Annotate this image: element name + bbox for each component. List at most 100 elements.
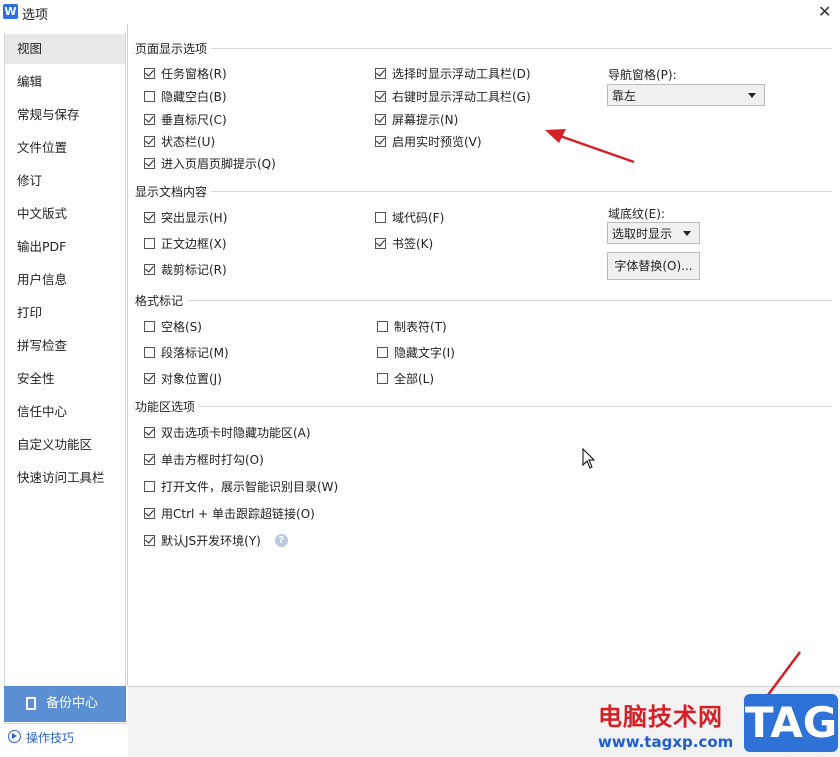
title-bar: W 选项 ✕	[0, 0, 840, 24]
checkbox-vertical-ruler[interactable]: 垂直标尺(C)	[144, 111, 227, 128]
checkbox-box[interactable]	[144, 238, 155, 249]
checkbox-box[interactable]	[377, 347, 388, 358]
checkbox-js-env[interactable]: 默认JS开发环境(Y)?	[144, 532, 288, 549]
sidebar-item-security[interactable]: 安全性	[5, 364, 125, 394]
checkbox-box[interactable]	[375, 136, 386, 147]
checkbox-hide-blank[interactable]: 隐藏空白(B)	[144, 88, 227, 105]
backup-center-button[interactable]: 备份中心	[4, 686, 126, 722]
sidebar-item-quick-access[interactable]: 快速访问工具栏	[5, 463, 125, 493]
checkbox-task-pane[interactable]: 任务窗格(R)	[144, 65, 227, 82]
watermark-site-name: 电脑技术网	[598, 703, 723, 731]
checkbox-field-code[interactable]: 域代码(F)	[375, 209, 444, 226]
checkbox-tab-char[interactable]: 制表符(T)	[377, 318, 447, 335]
checkbox-box[interactable]	[375, 212, 386, 223]
checkbox-label: 制表符(T)	[394, 320, 447, 334]
sidebar-item-chinese-layout[interactable]: 中文版式	[5, 199, 125, 229]
checkbox-live-preview[interactable]: 启用实时预览(V)	[375, 133, 482, 150]
mouse-cursor-icon	[582, 448, 596, 469]
sidebar-item-custom-ribbon[interactable]: 自定义功能区	[5, 430, 125, 460]
close-icon[interactable]: ✕	[818, 2, 831, 21]
checkbox-float-toolbar-right[interactable]: 右键时显示浮动工具栏(G)	[375, 88, 531, 105]
checkbox-bookmark[interactable]: 书签(K)	[375, 235, 433, 252]
section-separator	[134, 191, 832, 192]
nav-pane-select[interactable]: 靠左	[607, 84, 765, 106]
checkbox-box[interactable]	[144, 454, 155, 465]
section-title-doc-content: 显示文档内容	[135, 183, 212, 200]
checkbox-ctrl-click-link[interactable]: 用Ctrl + 单击跟踪超链接(O)	[144, 505, 315, 522]
chevron-down-icon	[748, 93, 756, 98]
checkbox-box[interactable]	[144, 158, 155, 169]
checkbox-box[interactable]	[144, 321, 155, 332]
checkbox-label: 裁剪标记(R)	[161, 263, 227, 277]
checkbox-box[interactable]	[377, 373, 388, 384]
sidebar-item-view[interactable]: 视图	[5, 34, 125, 64]
checkbox-label: 书签(K)	[392, 237, 434, 251]
checkbox-header-footer-tip[interactable]: 进入页眉页脚提示(Q)	[144, 155, 276, 172]
checkbox-box[interactable]	[144, 91, 155, 102]
section-separator	[134, 300, 832, 301]
window-title: 选项	[22, 8, 49, 23]
checkbox-box[interactable]	[144, 347, 155, 358]
help-icon[interactable]: ?	[274, 534, 288, 547]
checkbox-hidden-text[interactable]: 隐藏文字(I)	[377, 344, 455, 361]
checkbox-text-border[interactable]: 正文边框(X)	[144, 235, 227, 252]
checkbox-box[interactable]	[144, 68, 155, 79]
checkbox-object-position[interactable]: 对象位置(J)	[144, 370, 222, 387]
checkbox-label: 突出显示(H)	[161, 211, 228, 225]
checkbox-highlight[interactable]: 突出显示(H)	[144, 209, 227, 226]
checkbox-crop-marks[interactable]: 裁剪标记(R)	[144, 261, 227, 278]
sidebar-item-export-pdf[interactable]: 输出PDF	[5, 232, 125, 262]
sidebar: 视图 编辑 常规与保存 文件位置 修订 中文版式 输出PDF 用户信息 打印 拼…	[4, 32, 126, 724]
sidebar-item-general-save[interactable]: 常规与保存	[5, 100, 125, 130]
checkbox-box[interactable]	[375, 238, 386, 249]
checkbox-screen-tip[interactable]: 屏幕提示(N)	[375, 111, 458, 128]
checkbox-box[interactable]	[144, 373, 155, 384]
checkbox-box[interactable]	[375, 114, 386, 125]
checkbox-box[interactable]	[375, 68, 386, 79]
checkbox-all[interactable]: 全部(L)	[377, 370, 434, 387]
checkbox-smart-toc[interactable]: 打开文件，展示智能识别目录(W)	[144, 478, 338, 495]
checkbox-label: 选择时显示浮动工具栏(D)	[392, 67, 531, 81]
checkbox-click-check[interactable]: 单击方框时打勾(O)	[144, 451, 264, 468]
sidebar-item-revision[interactable]: 修订	[5, 166, 125, 196]
sidebar-item-trust-center[interactable]: 信任中心	[5, 397, 125, 427]
sidebar-item-file-location[interactable]: 文件位置	[5, 133, 125, 163]
checkbox-box[interactable]	[144, 114, 155, 125]
checkbox-dblclick-hide-ribbon[interactable]: 双击选项卡时隐藏功能区(A)	[144, 424, 311, 441]
font-replace-button[interactable]: 字体替换(O)...	[607, 252, 700, 280]
checkbox-box[interactable]	[144, 481, 155, 492]
checkbox-status-bar[interactable]: 状态栏(U)	[144, 133, 215, 150]
checkbox-label: 域代码(F)	[392, 211, 445, 225]
checkbox-label: 对象位置(J)	[161, 372, 222, 386]
sidebar-item-spellcheck[interactable]: 拼写检查	[5, 331, 125, 361]
tips-label: 操作技巧	[26, 731, 75, 745]
field-shading-select[interactable]: 选取时显示	[607, 222, 700, 244]
checkbox-box[interactable]	[144, 535, 155, 546]
annotation-arrow	[545, 129, 635, 164]
sidebar-item-edit[interactable]: 编辑	[5, 67, 125, 97]
checkbox-label: 默认JS开发环境(Y)	[161, 534, 261, 548]
checkbox-paragraph[interactable]: 段落标记(M)	[144, 344, 229, 361]
checkbox-box[interactable]	[375, 91, 386, 102]
checkbox-label: 打开文件，展示智能识别目录(W)	[161, 480, 339, 494]
checkbox-label: 用Ctrl + 单击跟踪超链接(O)	[161, 507, 315, 521]
checkbox-box[interactable]	[144, 136, 155, 147]
checkbox-float-toolbar-select[interactable]: 选择时显示浮动工具栏(D)	[375, 65, 531, 82]
backup-center-label: 备份中心	[46, 696, 99, 711]
section-title-page-display: 页面显示选项	[135, 40, 212, 57]
play-circle-icon	[8, 730, 21, 743]
nav-pane-value: 靠左	[612, 89, 637, 103]
sidebar-item-print[interactable]: 打印	[5, 298, 125, 328]
section-separator	[134, 406, 832, 407]
checkbox-box[interactable]	[144, 264, 155, 275]
checkbox-box[interactable]	[377, 321, 388, 332]
section-separator	[134, 48, 832, 49]
checkbox-label: 屏幕提示(N)	[392, 113, 459, 127]
checkbox-box[interactable]	[144, 427, 155, 438]
tips-link[interactable]: 操作技巧	[8, 729, 74, 746]
sidebar-item-user-info[interactable]: 用户信息	[5, 265, 125, 295]
checkbox-label: 双击选项卡时隐藏功能区(A)	[161, 426, 311, 440]
checkbox-space[interactable]: 空格(S)	[144, 318, 202, 335]
checkbox-box[interactable]	[144, 212, 155, 223]
checkbox-box[interactable]	[144, 508, 155, 519]
